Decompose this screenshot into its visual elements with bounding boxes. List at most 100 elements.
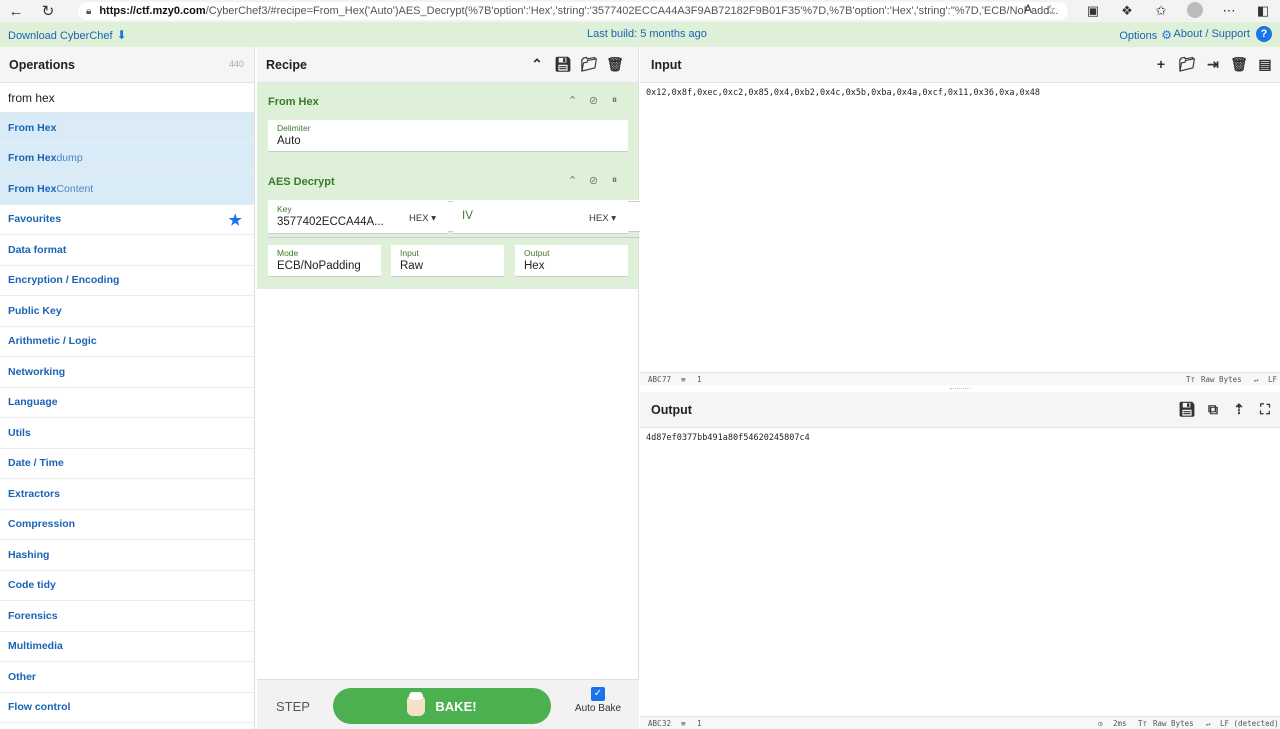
output-format[interactable]: Raw Bytes [1153,719,1194,728]
search-result-from-hex-content[interactable]: From Hex Content [0,174,254,205]
output-textarea[interactable]: 4d87ef0377bb491a80f54620245807c4 [640,428,1280,716]
favorites-icon[interactable]: ✩ [1144,3,1178,19]
output-title: Output [651,402,692,417]
search-result-from-hex[interactable]: From Hex [0,113,254,144]
category-encryption-encoding[interactable]: Encryption / Encoding [0,266,254,296]
category-favourites[interactable]: Favourites ★ [0,205,254,235]
pause-icon[interactable]: ⏸︎ [604,174,625,187]
input-format[interactable]: Raw Bytes [1201,375,1242,384]
replace-input-icon[interactable]: ⇡ [1226,401,1252,418]
auto-bake-checkbox[interactable]: ✓ Auto Bake [570,687,626,714]
add-tab-icon[interactable]: + [1148,56,1174,73]
clear-input-icon[interactable]: 🗑︎ [1226,56,1252,73]
category-public-key[interactable]: Public Key [0,296,254,327]
bake-controls: STEP BAKE! ✓ Auto Bake [257,679,639,729]
operations-panel: Operations 440 from hex From Hex From He… [0,47,255,729]
category-other[interactable]: Other [0,662,254,693]
collapse-all-icon[interactable]: ⌃ [524,56,550,73]
output-eol[interactable]: LF (detected) [1220,719,1279,728]
favorite-star-icon[interactable]: ☆ [1044,2,1056,18]
category-extractors[interactable]: Extractors [0,479,254,510]
recipe-drop-area[interactable] [257,289,639,679]
resize-handle[interactable] [950,388,970,390]
extension-icon[interactable]: ▣ [1076,3,1110,19]
input-type-select[interactable]: Input Raw [391,245,504,277]
mode-select[interactable]: Mode ECB/NoPadding [268,245,381,277]
category-code-tidy[interactable]: Code tidy [0,571,254,601]
save-output-icon[interactable]: 💾︎ [1174,401,1200,418]
operations-search-input[interactable]: from hex [0,83,254,113]
category-utils[interactable]: Utils [0,418,254,449]
open-file-icon[interactable]: ⇥ [1200,56,1226,73]
category-language[interactable]: Language [0,388,254,418]
options-link[interactable]: Options ⚙ [1119,28,1172,42]
browser-actions: ▣ ❖ ✩ ⋯ ◧ [1076,0,1280,22]
output-lines: 1 [697,719,702,728]
category-hashing[interactable]: Hashing [0,540,254,571]
input-eol[interactable]: LF [1268,375,1277,384]
sidebar-icon[interactable]: ◧ [1246,3,1280,19]
step-button[interactable]: STEP [276,699,310,714]
layout-icon[interactable]: ▤ [1252,56,1278,73]
open-folder-icon[interactable]: 📁︎ [1174,56,1200,73]
dropdown-label: HEX [409,213,429,224]
clock-icon: ◷ [1098,719,1103,728]
bake-button[interactable]: BAKE! [333,688,551,724]
disable-icon[interactable]: ⊘ [583,174,604,187]
checkbox-checked-icon: ✓ [591,687,605,701]
last-build-link[interactable]: Last build: 5 months ago [587,28,707,40]
category-flow-control[interactable]: Flow control [0,693,254,723]
maximise-icon[interactable]: ⛶ [1252,401,1278,418]
gear-icon: ⚙ [1161,28,1172,42]
category-data-format[interactable]: Data format [0,235,254,266]
help-icon[interactable]: ? [1256,26,1272,42]
ingredient-title: AES Decrypt [268,176,335,188]
output-type-select[interactable]: Output Hex [515,245,628,277]
category-arithmetic-logic[interactable]: Arithmetic / Logic [0,327,254,357]
delimiter-field[interactable]: Delimiter Auto [268,120,628,152]
more-icon[interactable]: ⋯ [1212,3,1246,19]
iv-input[interactable]: IV HEX ▾ [453,201,628,234]
trash-icon[interactable]: 🗑︎ [602,56,628,73]
ingredient-from-hex[interactable]: From Hex ⌃ ⊘ ⏸︎ Delimiter Auto [257,83,639,153]
address-bar[interactable]: 🔒︎ https://ctf.mzy0.com/CyberChef3/#reci… [78,2,1068,20]
field-label: Delimiter [277,123,311,133]
result-suffix: dump [56,152,83,165]
category-networking[interactable]: Networking [0,357,254,388]
key-input[interactable]: Key 3577402ECCA44A... HEX ▾ [268,201,448,234]
back-icon[interactable]: ← [0,3,32,20]
folder-icon[interactable]: 📁︎ [576,56,602,73]
profile-avatar[interactable] [1178,1,1212,21]
recipe-title: Recipe [266,57,307,72]
iv-format-dropdown[interactable]: HEX ▾ [589,213,616,224]
io-panel: Input + 📁︎ ⇥ 🗑︎ ▤ 0x12,0x8f,0xec,0xc2,0x… [640,47,1280,729]
about-link[interactable]: About / Support [1174,28,1250,40]
copy-icon[interactable]: ⧉ [1200,401,1226,418]
field-value: 3577402ECCA44A... [277,216,384,228]
pause-icon[interactable]: ⏸︎ [604,94,625,107]
field-label: Key [277,204,292,214]
download-icon: ⬇ [116,28,127,42]
disable-icon[interactable]: ⊘ [583,94,604,107]
category-compression[interactable]: Compression [0,510,254,540]
output-time: 2ms [1113,719,1127,728]
puzzle-icon[interactable]: ❖ [1110,3,1144,19]
input-header: Input + 📁︎ ⇥ 🗑︎ ▤ [640,47,1280,83]
lines-icon: ≡ [681,719,686,728]
collapse-icon[interactable]: ⌃ [562,94,583,107]
category-multimedia[interactable]: Multimedia [0,632,254,662]
read-aloud-icon[interactable]: A [1024,2,1032,16]
field-value: Auto [277,135,301,147]
key-format-dropdown[interactable]: HEX ▾ [409,213,436,224]
category-forensics[interactable]: Forensics [0,601,254,632]
save-icon[interactable]: 💾︎ [550,56,576,73]
category-date-time[interactable]: Date / Time [0,449,254,479]
input-textarea[interactable]: 0x12,0x8f,0xec,0xc2,0x85,0x4,0xb2,0x4c,0… [640,83,1280,372]
download-link[interactable]: Download CyberChef ⬇ [8,28,127,42]
collapse-icon[interactable]: ⌃ [562,174,583,187]
length-icon: ABC [648,719,662,728]
auto-bake-label: Auto Bake [574,703,622,714]
search-result-from-hexdump[interactable]: From Hex dump [0,143,254,174]
reload-icon[interactable]: ↻ [32,2,64,20]
output-length: 32 [662,719,672,728]
